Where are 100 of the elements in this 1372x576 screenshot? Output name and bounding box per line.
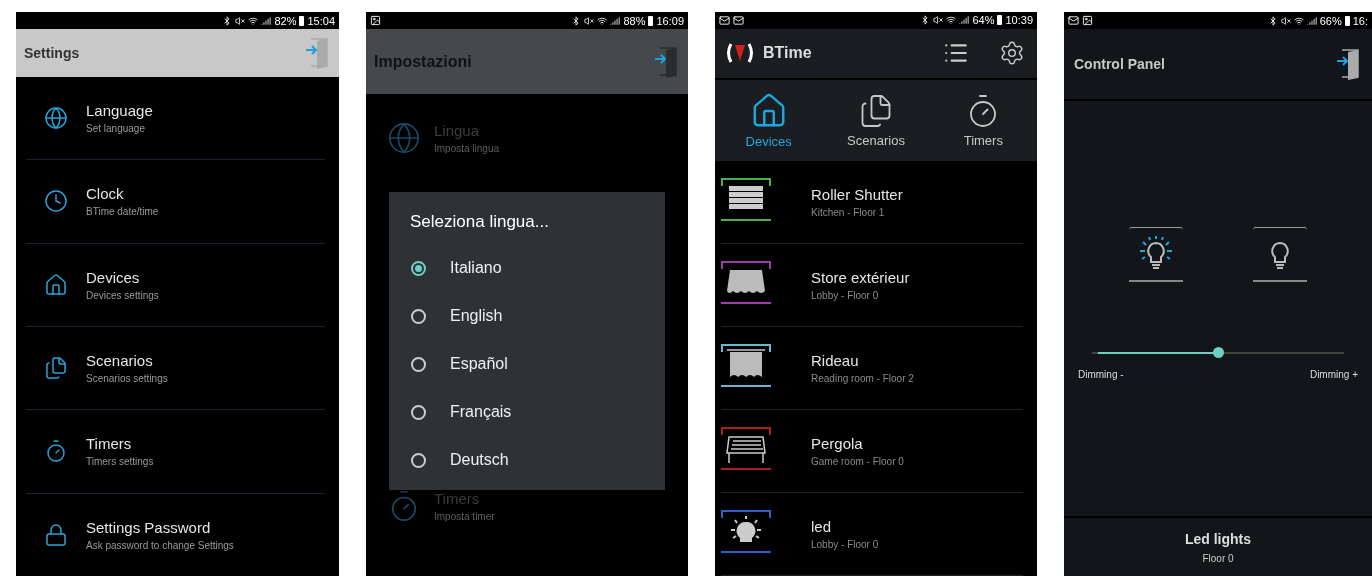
timer-icon: [44, 439, 68, 464]
clock-time: 15:04: [307, 14, 335, 27]
wifi-icon: [597, 15, 608, 26]
device-location: Lobby - Floor 0: [811, 290, 880, 302]
slider-max-label: Dimming +: [1309, 369, 1358, 380]
battery-icon: [299, 15, 305, 26]
clock-time: 16:: [1352, 14, 1368, 27]
battery-percent: 64%: [972, 14, 995, 27]
item-subtitle: Imposta lingua: [434, 143, 500, 154]
settings-item[interactable]: Devices Devices settings: [26, 243, 325, 327]
mute-icon: [235, 15, 246, 26]
tab[interactable]: Timers: [929, 80, 1037, 162]
device-name: Pergola: [811, 435, 864, 453]
settings-item[interactable]: Scenarios Scenarios settings: [26, 327, 325, 411]
item-title: Scenarios: [86, 352, 154, 370]
tab[interactable]: Scenarios: [822, 80, 930, 162]
signal-icon: [610, 15, 621, 26]
signal-icon: [261, 15, 272, 26]
slider-min-label: Dimming -: [1078, 369, 1124, 380]
item-subtitle: Ask password to change Settings: [86, 539, 234, 551]
item-title: Language: [86, 102, 153, 120]
settings-item[interactable]: Settings Password Ask password to change Settings: [26, 493, 325, 576]
battery-percent: 66%: [1319, 14, 1342, 27]
device-name: Store extérieur: [811, 269, 910, 287]
radio-button[interactable]: [411, 260, 426, 276]
item-subtitle: BTime date/time: [86, 206, 159, 218]
settings-item[interactable]: Timers Timers settings: [26, 410, 325, 494]
item-subtitle: Set language: [86, 123, 146, 135]
mute-icon: [933, 15, 944, 26]
clock-time: 10:39: [1005, 14, 1033, 27]
signal-icon: [959, 15, 970, 26]
bluetooth-icon: [222, 15, 233, 26]
exit-door-icon[interactable]: [1336, 47, 1362, 81]
battery-icon: [648, 15, 654, 26]
language-option[interactable]: English: [389, 292, 665, 340]
clock-time: 16:09: [656, 14, 684, 27]
device-location: Kitchen - Floor 1: [811, 207, 886, 219]
light-button[interactable]: [1253, 227, 1307, 282]
settings-item[interactable]: Clock BTime date/time: [26, 160, 325, 244]
item-title: Clock: [86, 185, 125, 203]
wifi-icon: [946, 15, 957, 26]
signal-icon: [1306, 15, 1317, 26]
bluetooth-icon: [571, 15, 582, 26]
device-item[interactable]: Rideau Reading room - Floor 2: [721, 327, 1023, 411]
device-name: led: [811, 518, 833, 535]
app-name: BTime: [763, 44, 813, 63]
wifi-icon: [1293, 15, 1304, 26]
device-name: Rideau: [811, 352, 860, 370]
wifi-icon: [248, 15, 259, 26]
device-location: Game room - Floor 0: [811, 456, 904, 468]
device-item[interactable]: Roller Shutter Kitchen - Floor 1: [721, 161, 1023, 245]
language-option[interactable]: Italiano: [389, 244, 665, 292]
radio-button[interactable]: [411, 404, 426, 420]
language-option[interactable]: Español: [389, 340, 665, 388]
language-option[interactable]: Français: [389, 388, 665, 436]
item-subtitle: Timers settings: [86, 456, 154, 468]
item-title: Lingua: [434, 122, 481, 139]
dialog-title: Seleziona lingua...: [409, 212, 550, 233]
item-subtitle: Imposta timer: [434, 511, 495, 522]
device-name: Led lights: [1184, 530, 1252, 547]
device-item[interactable]: led Lobby - Floor 0: [721, 493, 1023, 576]
tab[interactable]: Devices: [715, 80, 823, 162]
radio-button[interactable]: [411, 308, 426, 324]
radio-button[interactable]: [411, 452, 426, 468]
item-title: Timers: [86, 435, 133, 453]
screen-title: Control Panel: [1074, 56, 1166, 72]
clock-icon: [44, 189, 68, 214]
item-subtitle: Scenarios settings: [86, 373, 168, 385]
language-option[interactable]: Deutsch: [389, 436, 665, 484]
screen-title: Settings: [24, 45, 81, 61]
device-item[interactable]: Pergola Game room - Floor 0: [721, 410, 1023, 493]
radio-button[interactable]: [411, 356, 426, 372]
logo-icon: [725, 42, 755, 65]
device-name: Roller Shutter: [811, 186, 903, 204]
image-icon: [1082, 15, 1093, 26]
mail-icon: [733, 14, 744, 26]
bluetooth-icon: [1267, 15, 1278, 26]
item-title: Settings Password: [86, 518, 212, 536]
settings-item[interactable]: Language Set language: [26, 77, 325, 161]
screen-title: Impostazioni: [374, 52, 473, 71]
battery-icon: [1344, 15, 1350, 26]
battery-icon: [997, 15, 1003, 26]
battery-percent: 82%: [274, 14, 297, 27]
item-subtitle: Devices settings: [86, 289, 159, 301]
bluetooth-icon: [920, 15, 931, 26]
device-floor: Floor 0: [1202, 552, 1234, 564]
slider-thumb[interactable]: [1213, 347, 1224, 358]
mute-icon: [1280, 15, 1291, 26]
device-location: Reading room - Floor 2: [811, 373, 914, 385]
settings-icon[interactable]: [999, 40, 1025, 67]
image-icon: [370, 15, 381, 26]
device-location: Lobby - Floor 0: [811, 539, 879, 550]
exit-door-icon[interactable]: [654, 44, 680, 79]
mail-icon: [1068, 15, 1079, 26]
house-icon: [44, 272, 68, 297]
mail-icon: [719, 14, 730, 26]
battery-percent: 88%: [623, 14, 646, 27]
device-item[interactable]: Store extérieur Lobby - Floor 0: [721, 244, 1023, 328]
mute-icon: [584, 15, 595, 26]
light-button[interactable]: [1129, 227, 1183, 282]
